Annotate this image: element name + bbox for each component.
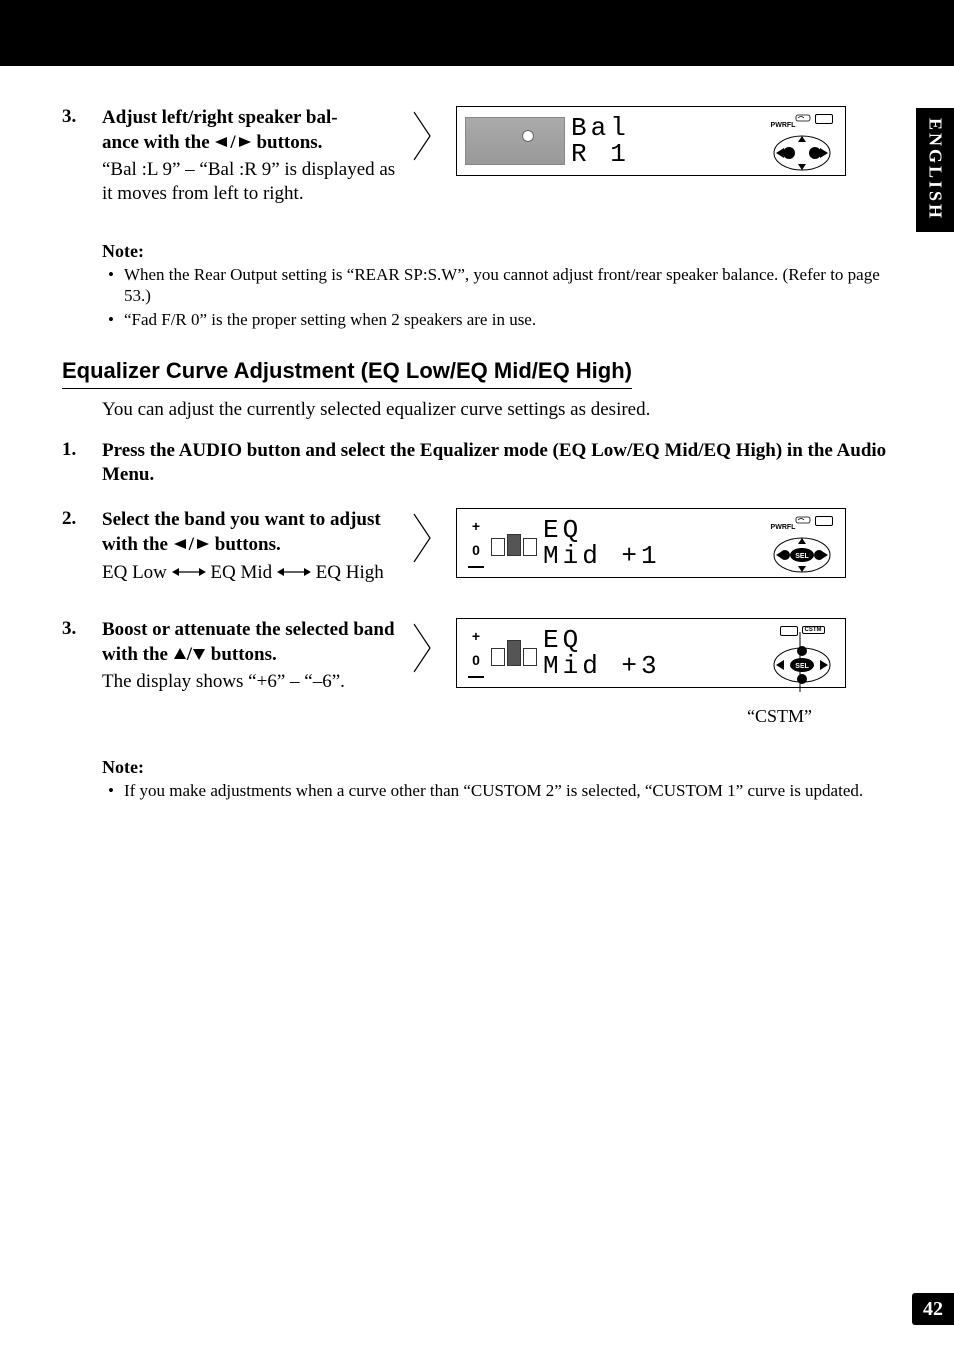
- display-line2: Mid +3: [543, 651, 661, 681]
- display-line2: R 1: [571, 139, 630, 169]
- step-number: 2.: [62, 508, 102, 530]
- page-content: 3. Adjust left/right speaker bal- ance w…: [0, 66, 954, 802]
- lcd-display-balance: Bal R 1 PWRFL: [456, 106, 846, 176]
- plus-minus-icons: + 0: [465, 518, 487, 568]
- minus-icon: [468, 676, 484, 678]
- eq-seq-a: EQ Low: [102, 562, 172, 583]
- card-icon: [815, 114, 833, 124]
- step-title-part-a: Adjust left/right speaker bal-: [102, 107, 338, 128]
- right-arrow-icon: [237, 131, 251, 156]
- display-line2: Mid +1: [543, 541, 661, 571]
- note-item: “Fad F/R 0” is the proper setting when 2…: [108, 309, 892, 330]
- right-arrow-icon: [195, 533, 209, 558]
- eq-step1-row: 1. Press the AUDIO button and select the…: [62, 439, 892, 488]
- double-arrow-icon: [277, 562, 311, 584]
- note-item: When the Rear Output setting is “REAR SP…: [108, 264, 892, 307]
- display-icon-cluster: PWRFL: [767, 114, 837, 168]
- note-text: “Fad F/R 0” is the proper setting when 2…: [124, 309, 536, 330]
- eq-step2-row: 2. Select the band you want to adjust wi…: [62, 508, 892, 592]
- note-text: If you make adjustments when a curve oth…: [124, 780, 863, 801]
- step-title-b: buttons.: [210, 534, 281, 555]
- eq-seq-b: EQ Mid: [206, 562, 277, 583]
- card-icon: [815, 516, 833, 526]
- pointer-icon: [410, 106, 438, 166]
- zero-icon: 0: [472, 652, 480, 668]
- eq-seq-c: EQ High: [311, 562, 384, 583]
- display-text: EQ Mid +1: [543, 517, 767, 569]
- balance-slider-graphic: [465, 117, 565, 165]
- eq-bar-graphic: [491, 640, 537, 666]
- step-number: 3.: [62, 106, 102, 128]
- double-arrow-icon: [172, 562, 206, 584]
- down-arrow-icon: [193, 643, 205, 668]
- dpad-lr-icon: [772, 134, 832, 172]
- sel-label: SEL: [795, 553, 809, 560]
- lcd-display-eq-select: + 0 EQ Mid +1 PWRFL: [456, 508, 846, 578]
- step-title: Adjust left/right speaker bal- ance with…: [102, 106, 402, 156]
- plus-icon: +: [472, 628, 480, 644]
- step-body: The display shows “+6” – “–6”.: [102, 670, 402, 695]
- eq-sequence: EQ Low EQ Mid EQ High: [102, 562, 402, 585]
- step-body: “Bal :L 9” – “Bal :R 9” is displayed as …: [102, 158, 402, 207]
- display-text: EQ Mid +3: [543, 627, 767, 679]
- lcd-display-eq-adjust: + 0 EQ Mid +3 CSTM: [456, 618, 846, 688]
- step-number: 1.: [62, 439, 102, 461]
- section-intro: You can adjust the currently selected eq…: [102, 399, 892, 421]
- note-title: Note:: [102, 241, 892, 262]
- note-block-1: Note: When the Rear Output setting is “R…: [102, 241, 892, 330]
- note-block-2: Note: If you make adjustments when a cur…: [102, 757, 892, 801]
- pointer-icon: [410, 508, 438, 568]
- step-title-part-c: buttons.: [252, 132, 323, 153]
- step-number: 3.: [62, 618, 102, 640]
- plus-icon: +: [472, 518, 480, 534]
- cstm-label: “CSTM”: [446, 706, 812, 727]
- plus-minus-icons: + 0: [465, 628, 487, 678]
- note-title: Note:: [102, 757, 892, 778]
- pwrfl-label: PWRFL: [771, 122, 796, 129]
- balance-step-row: 3. Adjust left/right speaker bal- ance w…: [62, 106, 892, 215]
- left-arrow-icon: [174, 533, 188, 558]
- display-icon-cluster: PWRFL SEL: [767, 516, 837, 570]
- note-text: When the Rear Output setting is “REAR SP…: [124, 264, 892, 307]
- header-black-bar: [0, 0, 954, 66]
- page-number-badge: 42: [912, 1293, 954, 1325]
- step-title-b: buttons.: [206, 644, 277, 665]
- dpad-sel-lr-icon: SEL: [772, 536, 832, 574]
- pwrfl-label: PWRFL: [771, 524, 796, 531]
- step-title: Select the band you want to adjust with …: [102, 508, 402, 558]
- note-item: If you make adjustments when a curve oth…: [108, 780, 892, 801]
- pointer-icon: [410, 618, 438, 678]
- left-arrow-icon: [215, 131, 229, 156]
- step-title: Boost or attenuate the selected band wit…: [102, 618, 402, 668]
- eq-step3-row: 3. Boost or attenuate the selected band …: [62, 618, 892, 727]
- cstm-callout-line: [790, 632, 810, 698]
- minus-icon: [468, 566, 484, 568]
- display-text: Bal R 1: [571, 115, 767, 167]
- zero-icon: 0: [472, 542, 480, 558]
- language-tab: ENGLISH: [916, 108, 954, 232]
- section-heading: Equalizer Curve Adjustment (EQ Low/EQ Mi…: [62, 358, 632, 389]
- eq-bar-graphic: [491, 530, 537, 556]
- step-title: Press the AUDIO button and select the Eq…: [102, 439, 892, 488]
- up-arrow-icon: [174, 643, 186, 668]
- step-title-part-b: ance with the: [102, 132, 214, 153]
